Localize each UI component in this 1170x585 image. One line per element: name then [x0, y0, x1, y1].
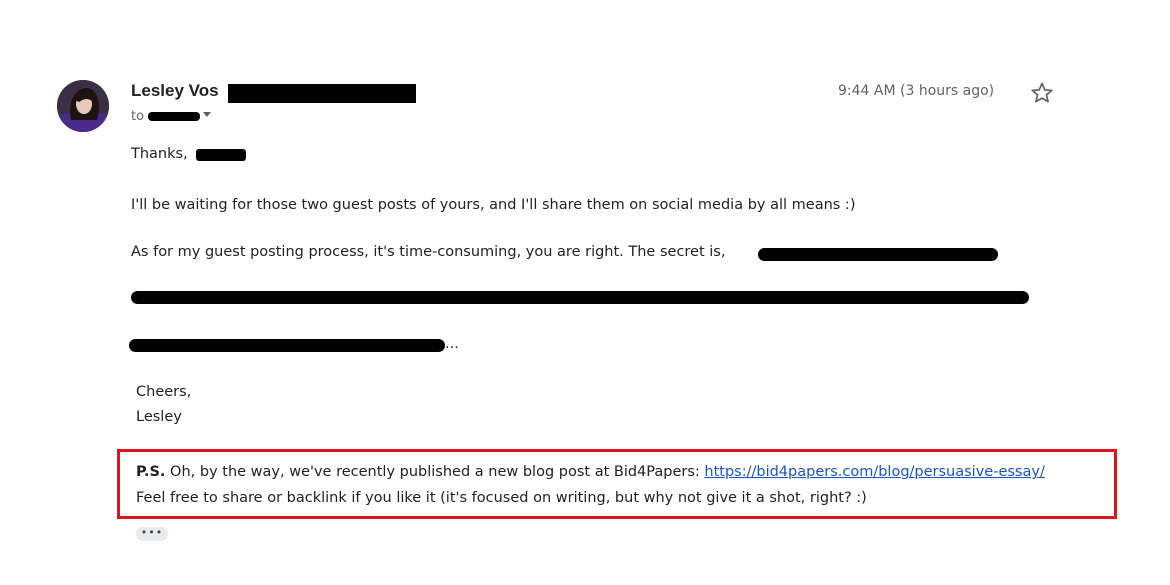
sign-off: Cheers,	[136, 384, 192, 400]
paragraph-2: As for my guest posting process, it's ti…	[131, 244, 726, 260]
postscript-line-2: Feel free to share or backlink if you li…	[136, 490, 867, 506]
redacted-sender-email	[228, 84, 416, 103]
redacted-recipient	[148, 112, 200, 121]
timestamp: 9:44 AM (3 hours ago)	[838, 83, 995, 99]
postscript-label: P.S.	[136, 464, 166, 480]
paragraph-1: I'll be waiting for those two guest post…	[131, 197, 856, 213]
chevron-down-icon[interactable]	[203, 112, 211, 117]
highlight-box	[117, 449, 1117, 519]
blog-post-link[interactable]: https://bid4papers.com/blog/persuasive-e…	[704, 464, 1044, 480]
postscript-text: Oh, by the way, we've recently published…	[165, 464, 705, 480]
show-trimmed-content-button[interactable]: •••	[136, 527, 168, 541]
redacted-text-line-1	[758, 248, 998, 261]
to-label: to	[131, 109, 145, 124]
redacted-text-line-3	[129, 339, 445, 352]
redacted-text-line-2	[131, 291, 1029, 304]
greeting: Thanks,	[131, 146, 188, 162]
star-outline-icon[interactable]	[1029, 80, 1055, 106]
signature: Lesley	[136, 409, 182, 425]
sender-name[interactable]: Lesley Vos	[131, 81, 219, 101]
paragraph-3-tail: ...	[445, 336, 459, 352]
redacted-name	[196, 149, 246, 161]
postscript-line-1: P.S. Oh, by the way, we've recently publ…	[136, 464, 1045, 480]
avatar[interactable]	[57, 80, 109, 132]
recipient-line: to	[131, 109, 144, 124]
